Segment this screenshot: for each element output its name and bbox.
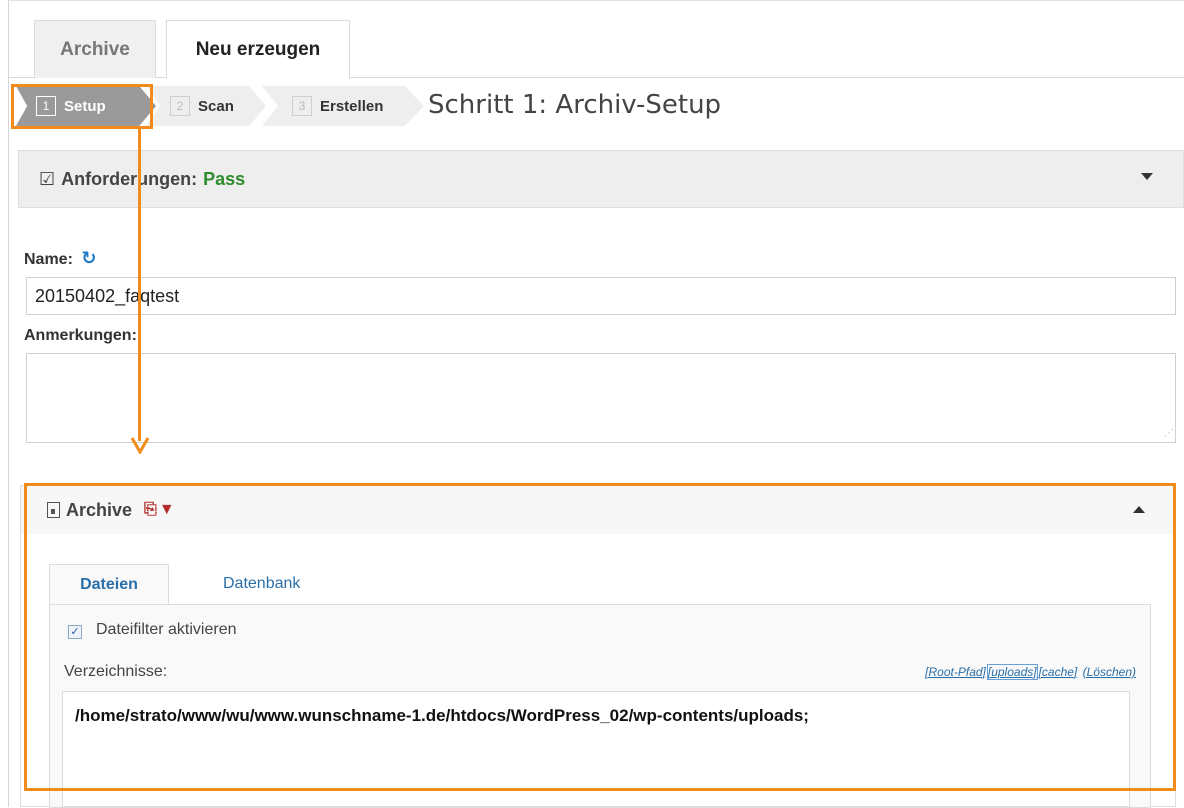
highlight-box-setup — [11, 84, 153, 129]
wizard-step-scan[interactable]: 2 Scan — [146, 86, 266, 126]
step-label: Scan — [198, 97, 234, 115]
wizard-step-create[interactable]: 3 Erstellen — [262, 86, 424, 126]
name-label-text: Name: — [24, 251, 73, 268]
highlight-box-archive — [24, 483, 1176, 791]
name-label: Name: ↻ — [24, 248, 96, 269]
requirements-status: Pass — [203, 168, 246, 189]
caret-down-icon[interactable] — [1141, 173, 1153, 180]
checkbox-checked-icon: ☑ — [39, 168, 56, 189]
name-input[interactable]: 20150402_faqtest — [26, 277, 1176, 315]
step-label: Erstellen — [320, 97, 384, 115]
page-title: Schritt 1: Archiv-Setup — [428, 90, 722, 120]
resize-grip-icon[interactable]: ⋰ — [1164, 428, 1174, 439]
step-number: 2 — [170, 96, 190, 116]
notes-textarea[interactable]: ⋰ — [26, 353, 1176, 443]
annotation-arrow-line — [138, 129, 141, 441]
notes-label: Anmerkungen: — [24, 327, 137, 344]
refresh-icon[interactable]: ↻ — [81, 248, 96, 269]
step-number: 3 — [292, 96, 312, 116]
tab-new[interactable]: Neu erzeugen — [166, 20, 350, 79]
tab-archive[interactable]: Archive — [34, 20, 156, 78]
top-tab-bar: Archive Neu erzeugen — [8, 0, 1184, 79]
requirements-label: Anforderungen: — [61, 168, 198, 189]
annotation-arrow-head-icon — [130, 437, 150, 454]
requirements-bar[interactable]: ☑ Anforderungen: Pass — [18, 150, 1184, 208]
